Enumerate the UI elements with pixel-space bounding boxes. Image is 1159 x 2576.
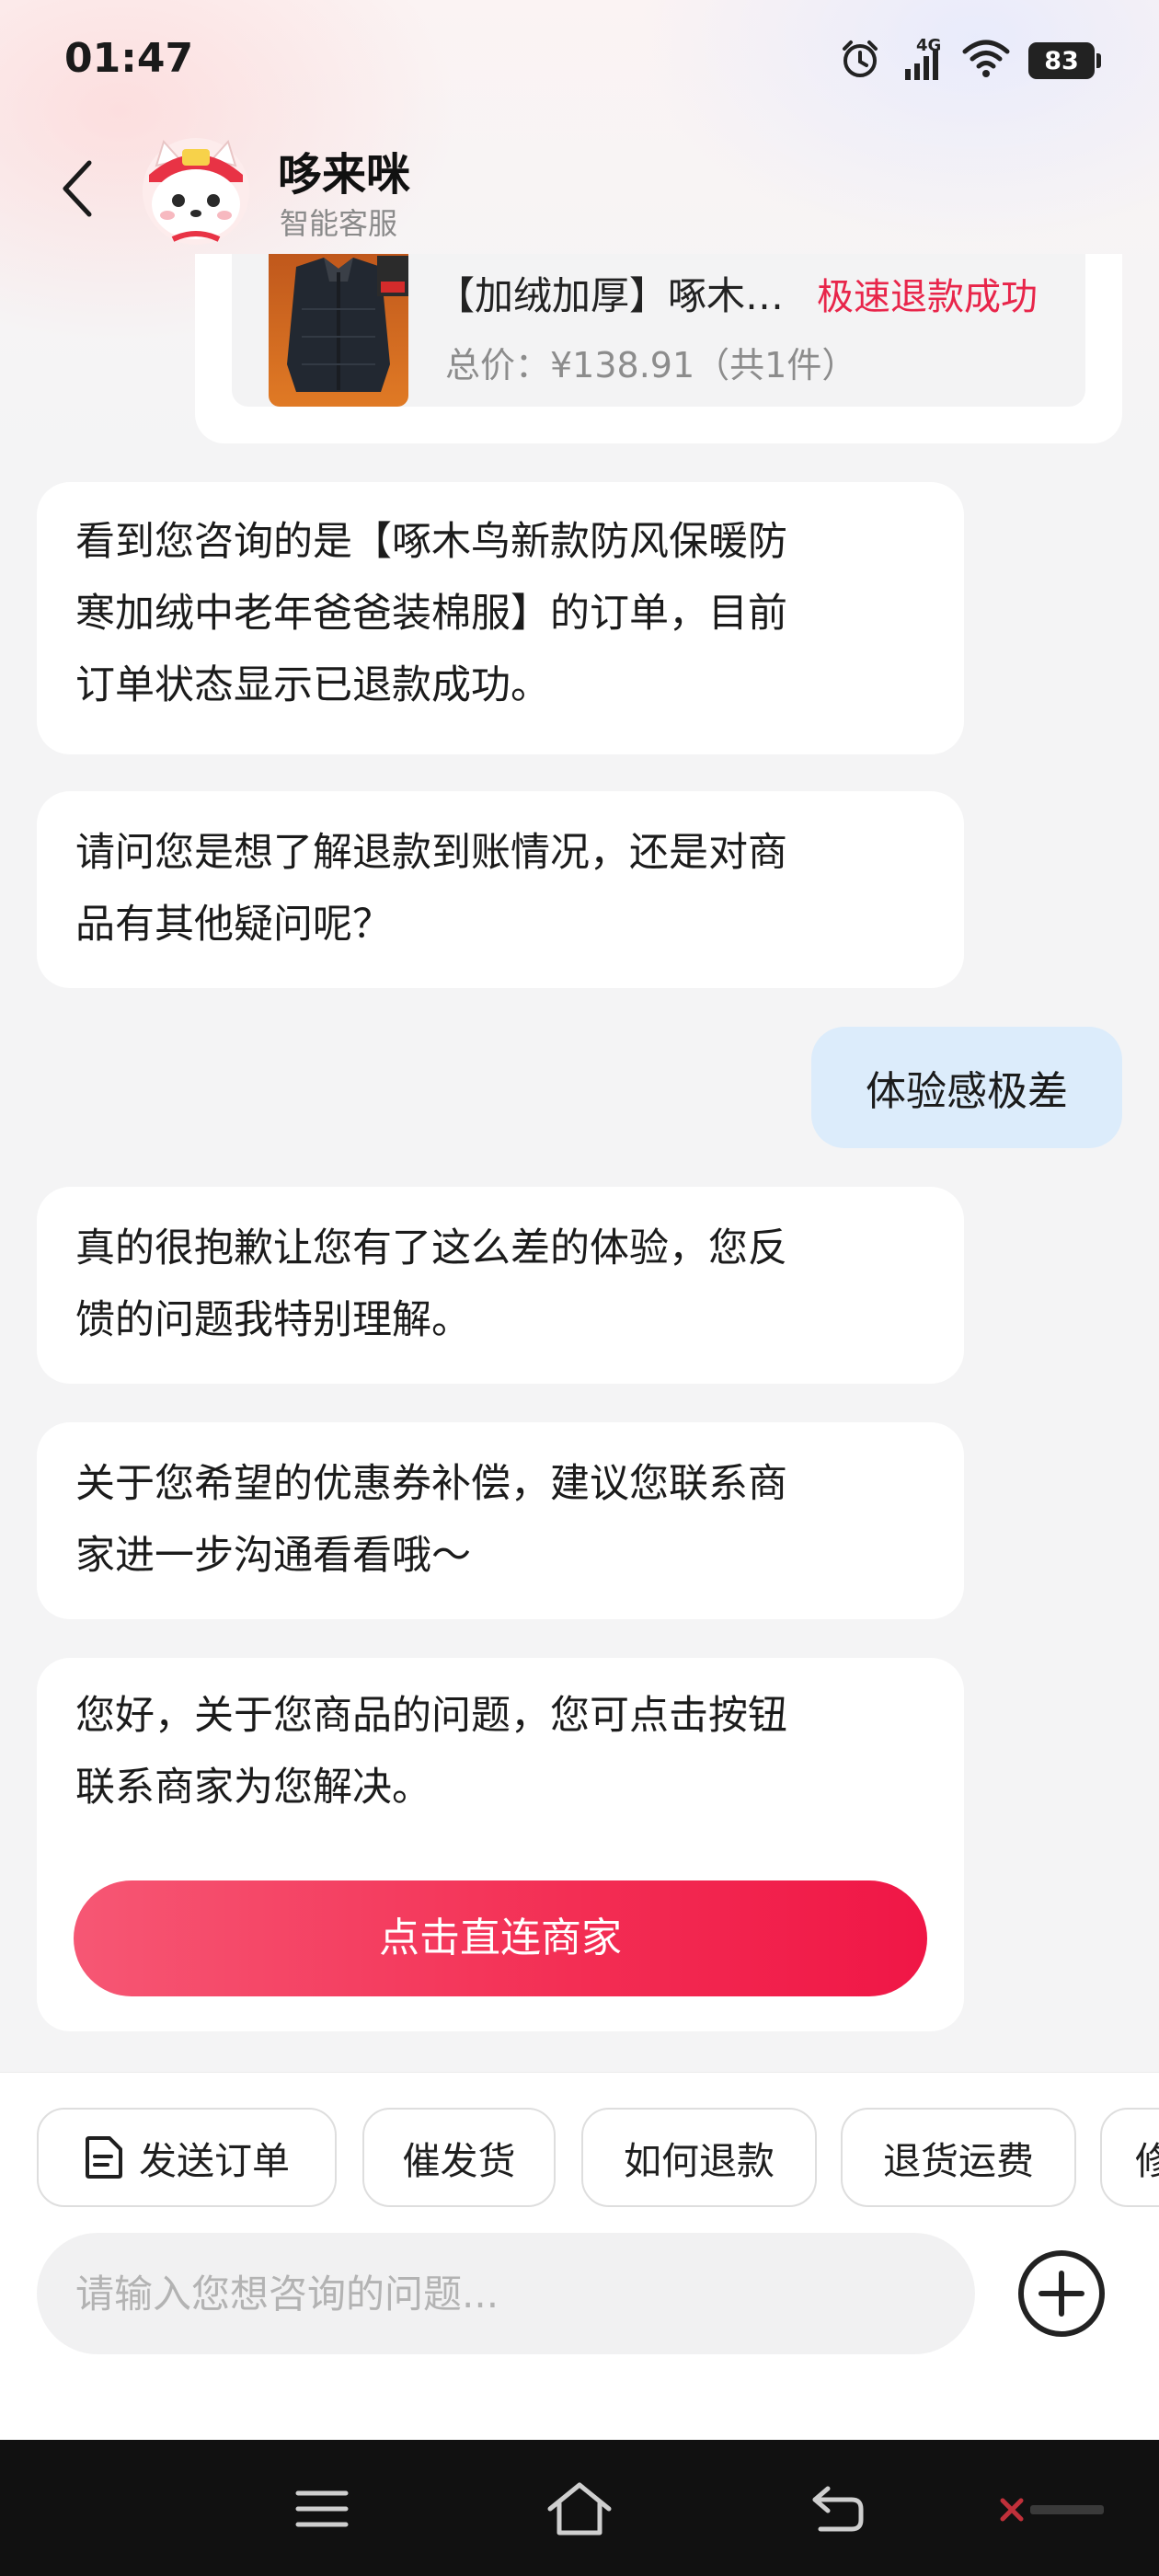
nav-back-button[interactable] [800,2477,874,2541]
home-icon [547,2482,612,2536]
order-price: 总价：¥138.91（共1件） [445,345,857,385]
nav-menu-button[interactable] [285,2477,359,2541]
alarm-icon [839,38,881,84]
bottom-panel: 发送订单 催发货 如何退款 退货运费 修改地址 [0,2072,1159,2440]
quick-actions: 发送订单 催发货 如何退款 退货运费 修改地址 [0,2108,1159,2209]
message-line: 真的很抱歉让您有了这么差的体验，您反 [75,1225,787,1271]
message-line: 看到您咨询的是【啄木鸟新款防风保暖防 [75,519,787,565]
message-line: 关于您希望的优惠券补偿，建议您联系商 [75,1461,787,1507]
status-time: 01:47 [64,35,194,82]
bot-message-with-action: 您好，关于您商品的问题，您可点击按钮 联系商家为您解决。 点击直连商家 [37,1658,964,2031]
chip-label: 催发货 [402,2139,516,2183]
quick-action-modify-address[interactable]: 修改地址 [1100,2108,1159,2207]
message-line: 请问您是想了解退款到账情况，还是对商 [75,830,787,876]
message-line: 联系商家为您解决。 [75,1765,431,1811]
message-line: 馈的问题我特别理解。 [75,1297,471,1343]
battery-indicator: 83 [1028,42,1101,79]
nav-home-button[interactable] [543,2477,616,2541]
status-icons: 4G 83 [839,36,1101,85]
contact-merchant-button[interactable]: 点击直连商家 [74,1880,927,1996]
bot-name: 哆来咪 [278,149,411,201]
chip-label: 修改地址 [1135,2139,1159,2183]
bot-subtitle: 智能客服 [280,206,398,241]
avatar [136,129,256,248]
chat-header: 哆来咪 智能客服 [0,129,1159,248]
status-bar: 01:47 4G 83 [0,0,1159,120]
user-message: 体验感极差 [811,1027,1122,1148]
message-line: 品有其他疑问呢？ [75,902,392,948]
quick-action-how-to-refund[interactable]: 如何退款 [581,2108,817,2207]
bot-message: 关于您希望的优惠券补偿，建议您联系商 家进一步沟通看看哦～ [37,1422,964,1619]
order-status: 极速退款成功 [817,276,1038,318]
order-title: 【加绒加厚】啄木鸟新款防风保暖防寒加绒中老年爸爸装棉服 [436,273,795,318]
back-icon [812,2486,864,2532]
bot-message: 真的很抱歉让您有了这么差的体验，您反 馈的问题我特别理解。 [37,1187,964,1384]
quick-action-urge-shipping[interactable]: 催发货 [362,2108,556,2207]
bot-message: 请问您是想了解退款到账情况，还是对商 品有其他疑问呢？ [37,791,964,988]
chip-label: 退货运费 [883,2139,1034,2183]
message-line: 寒加绒中老年爸爸装棉服】的订单，目前 [75,591,787,637]
order-card[interactable]: 【加绒加厚】啄木鸟新款防风保暖防寒加绒中老年爸爸装棉服 极速退款成功 总价：¥1… [195,254,1122,443]
quick-action-return-shipping[interactable]: 退货运费 [841,2108,1076,2207]
question-input[interactable] [37,2233,975,2354]
watermark-logo [999,2497,1104,2523]
chevron-left-icon [63,160,92,217]
system-nav-bar [0,2440,1159,2576]
quick-action-send-order[interactable]: 发送订单 [37,2108,337,2207]
chip-label: 发送订单 [139,2139,290,2183]
order-summary: 【加绒加厚】啄木鸟新款防风保暖防寒加绒中老年爸爸装棉服 极速退款成功 总价：¥1… [232,254,1085,407]
message-line: 家进一步沟通看看哦～ [75,1533,471,1579]
bot-message: 看到您咨询的是【啄木鸟新款防风保暖防 寒加绒中老年爸爸装棉服】的订单，目前 订单… [37,482,964,754]
chip-label: 如何退款 [624,2139,775,2183]
signal-icon: 4G [900,36,944,82]
wifi-icon [962,39,1010,83]
document-icon [86,2136,122,2179]
product-thumbnail [269,254,408,407]
add-button[interactable] [1016,2248,1107,2340]
message-line: 订单状态显示已退款成功。 [75,662,550,708]
back-button[interactable] [46,156,110,221]
menu-icon [295,2490,349,2527]
plus-circle-icon [1018,2250,1105,2337]
message-line: 您好，关于您商品的问题，您可点击按钮 [75,1693,787,1739]
